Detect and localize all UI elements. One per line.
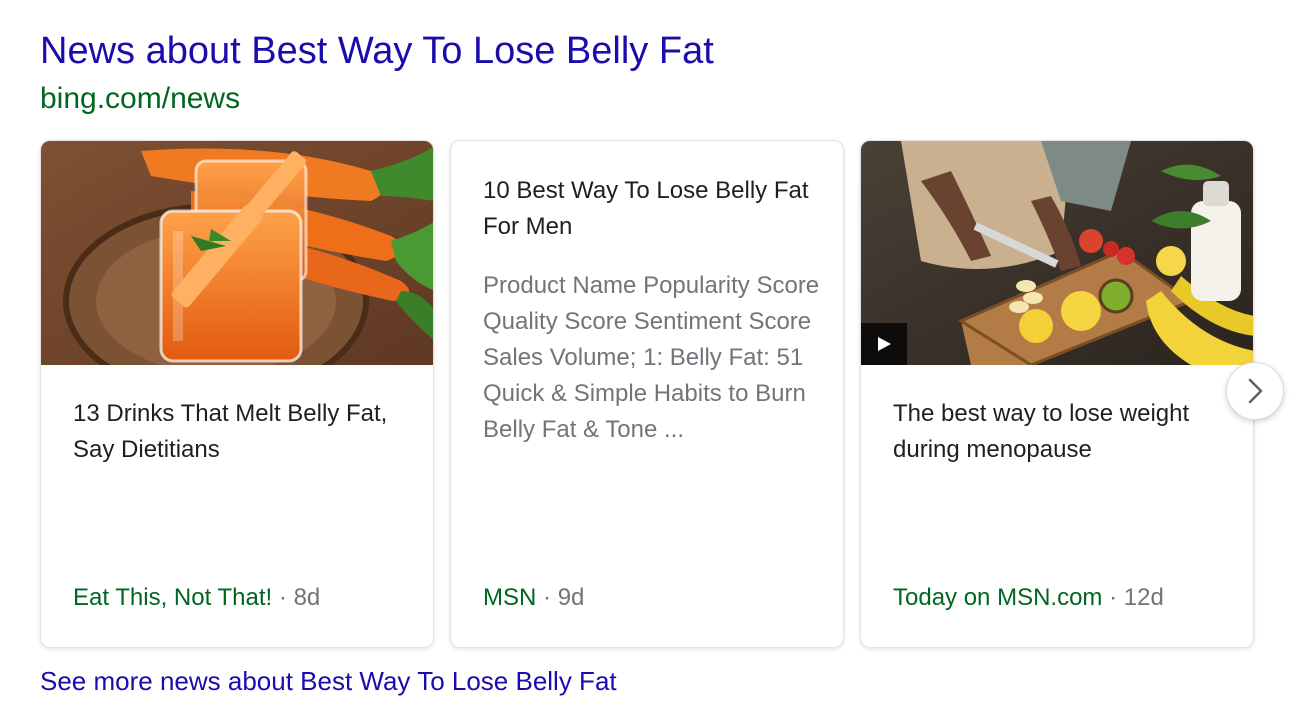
- video-badge: [861, 323, 907, 365]
- card-source: Eat This, Not That!: [73, 584, 273, 611]
- card-meta: MSN · 9d: [483, 580, 584, 616]
- carousel-next-button[interactable]: [1226, 362, 1284, 420]
- source-url: bing.com/news: [40, 82, 241, 115]
- news-carousel: 13 Drinks That Melt Belly Fat, Say Dieti…: [40, 140, 1296, 648]
- cutting-board-image: [861, 141, 1253, 365]
- news-card[interactable]: 10 Best Way To Lose Belly Fat For Men Pr…: [450, 140, 844, 648]
- carrot-juice-image: [41, 141, 433, 365]
- card-title[interactable]: 10 Best Way To Lose Belly Fat For Men: [483, 173, 813, 245]
- meta-separator: ·: [543, 584, 552, 611]
- card-meta: Today on MSN.com · 12d: [893, 580, 1164, 616]
- news-heading-link[interactable]: News about Best Way To Lose Belly Fat: [40, 28, 714, 74]
- news-card[interactable]: 13 Drinks That Melt Belly Fat, Say Dieti…: [40, 140, 434, 648]
- play-icon: [878, 337, 891, 351]
- card-title[interactable]: 13 Drinks That Melt Belly Fat, Say Dieti…: [73, 396, 403, 468]
- meta-separator: ·: [278, 584, 287, 611]
- see-more-news-link[interactable]: See more news about Best Way To Lose Bel…: [40, 664, 617, 698]
- news-card[interactable]: The best way to lose weight during menop…: [860, 140, 1254, 648]
- card-source: Today on MSN.com: [893, 584, 1103, 611]
- card-title[interactable]: The best way to lose weight during menop…: [893, 396, 1223, 468]
- meta-separator: ·: [1109, 584, 1118, 611]
- card-source: MSN: [483, 584, 537, 611]
- card-snippet: Product Name Popularity Score Quality Sc…: [483, 272, 820, 443]
- card-age: 8d: [293, 584, 321, 611]
- card-age: 12d: [1123, 584, 1164, 611]
- card-age: 9d: [557, 584, 585, 611]
- chevron-right-icon: [1248, 378, 1263, 404]
- card-meta: Eat This, Not That! · 8d: [73, 580, 320, 616]
